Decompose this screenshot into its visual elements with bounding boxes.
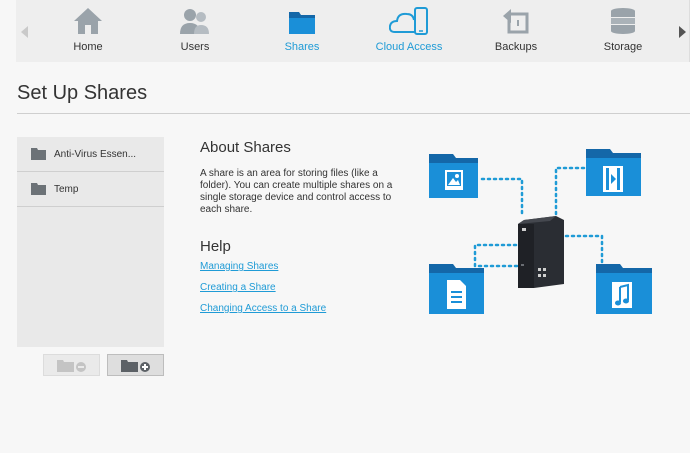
nav-item-users[interactable]: Users — [145, 0, 245, 62]
share-folder-icon — [31, 148, 46, 160]
image-folder-icon — [429, 154, 478, 198]
backups-icon — [503, 9, 529, 34]
nav-scroll-left-icon[interactable] — [21, 26, 28, 38]
title-divider — [17, 113, 690, 114]
cloud-access-icon — [389, 7, 428, 35]
nav-label-storage: Storage — [603, 41, 643, 53]
home-icon — [74, 8, 102, 34]
users-icon — [180, 9, 209, 34]
share-list: Anti-Virus Essen... Temp — [17, 137, 164, 347]
about-shares-heading: About Shares — [200, 139, 291, 156]
nav-label-cloud-access: Cloud Access — [375, 41, 443, 53]
nav-item-backups[interactable]: Backups — [466, 0, 566, 62]
nav-item-storage[interactable]: Storage — [573, 0, 673, 62]
shares-illustration — [429, 149, 652, 314]
document-folder-icon — [429, 264, 484, 314]
music-folder-icon — [596, 264, 652, 314]
help-link-changing-access[interactable]: Changing Access to a Share — [200, 303, 326, 314]
storage-icon — [611, 8, 635, 34]
nav-item-home[interactable]: Home — [38, 0, 138, 62]
share-item-anti-virus[interactable]: Anti-Virus Essen... — [17, 137, 164, 172]
nav-label-shares: Shares — [284, 41, 320, 53]
help-heading: Help — [200, 238, 231, 255]
page-title: Set Up Shares — [17, 82, 148, 104]
folder-add-icon — [121, 360, 150, 372]
share-name: Anti-Virus Essen... — [54, 149, 137, 160]
help-link-creating-share[interactable]: Creating a Share — [200, 282, 276, 293]
nav-label-users: Users — [180, 41, 210, 53]
folder-remove-icon — [57, 360, 86, 372]
top-navigation: Home Users Shares Cloud Access Backups S… — [0, 0, 690, 64]
nav-label-home: Home — [73, 41, 103, 53]
folder-icon — [289, 12, 315, 34]
add-share-button[interactable] — [107, 354, 164, 376]
nav-item-cloud-access[interactable]: Cloud Access — [359, 0, 459, 62]
delete-share-button[interactable] — [43, 354, 100, 376]
share-name: Temp — [54, 184, 79, 195]
share-folder-icon — [31, 183, 46, 195]
nas-device-icon — [518, 216, 564, 288]
share-item-temp[interactable]: Temp — [17, 172, 164, 207]
nav-label-backups: Backups — [494, 41, 538, 53]
nav-scroll-right-icon[interactable] — [679, 26, 686, 38]
video-folder-icon — [586, 149, 641, 196]
help-link-managing-shares[interactable]: Managing Shares — [200, 261, 278, 272]
nav-item-shares[interactable]: Shares — [252, 0, 352, 62]
about-shares-text: A share is an area for storing files (li… — [200, 168, 393, 215]
